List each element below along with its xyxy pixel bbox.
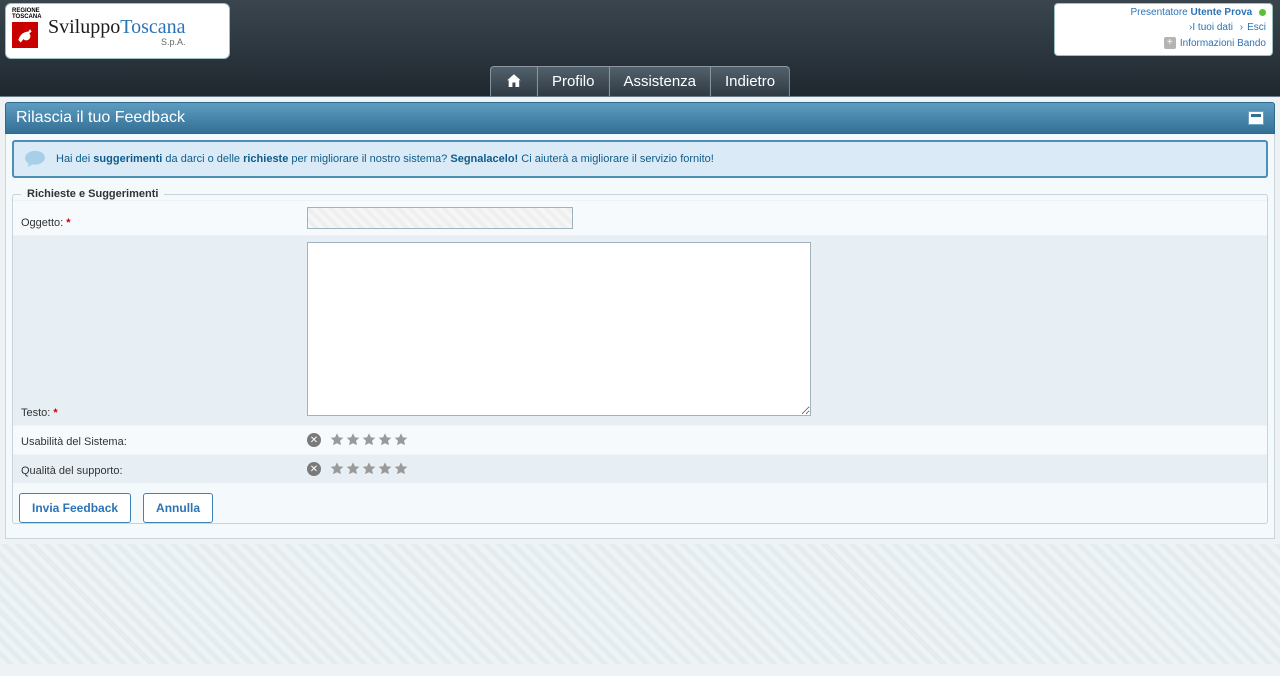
logo-pegasus-icon — [12, 22, 38, 48]
button-row: Invia Feedback Annulla — [13, 483, 1267, 523]
plus-icon: + — [1164, 37, 1176, 49]
content: Rilascia il tuo Feedback Hai dei suggeri… — [0, 97, 1280, 544]
label-testo: Testo: * — [13, 236, 299, 426]
online-status-icon — [1259, 9, 1266, 16]
rating-reset-icon[interactable]: ✕ — [307, 462, 321, 476]
label-usabilita: Usabilità del Sistema: — [13, 426, 299, 455]
row-usabilita: Usabilità del Sistema: ✕ — [13, 426, 1267, 455]
form-table: Oggetto: * Testo: * Usabilità del Sistem… — [13, 200, 1267, 483]
star-icon[interactable] — [393, 432, 409, 448]
required-icon: * — [53, 407, 57, 419]
fieldset-legend: Richieste e Suggerimenti — [21, 188, 164, 200]
panel-title: Rilascia il tuo Feedback — [16, 109, 185, 127]
info-bar: Hai dei suggerimenti da darci o delle ri… — [12, 140, 1268, 178]
panel-body: Hai dei suggerimenti da darci o delle ri… — [5, 134, 1275, 539]
link-tuoi-dati[interactable]: I tuoi dati — [1192, 22, 1233, 33]
logo-region-line2: TOSCANA — [12, 14, 42, 20]
link-informazioni-bando[interactable]: Informazioni Bando — [1180, 38, 1266, 49]
label-oggetto: Oggetto: * — [13, 201, 299, 236]
userbox-row-presenter: Presentatore Utente Prova — [1061, 7, 1266, 18]
row-qualita: Qualità del supporto: ✕ — [13, 455, 1267, 484]
star-icon[interactable] — [393, 461, 409, 477]
star-icon[interactable] — [361, 432, 377, 448]
username: Utente Prova — [1191, 7, 1253, 18]
star-icon[interactable] — [345, 461, 361, 477]
user-box: Presentatore Utente Prova ›I tuoi dati ›… — [1054, 3, 1273, 56]
feedback-fieldset: Richieste e Suggerimenti Oggetto: * Test… — [12, 188, 1268, 524]
topbar: REGIONE TOSCANA SviluppoToscana S.p.A. P… — [0, 0, 1280, 97]
star-icon[interactable] — [377, 432, 393, 448]
rating-stars — [329, 432, 409, 448]
label-qualita: Qualità del supporto: — [13, 455, 299, 484]
speech-bubble-icon — [24, 150, 46, 168]
logo: REGIONE TOSCANA SviluppoToscana S.p.A. — [5, 3, 230, 59]
required-icon: * — [66, 217, 70, 229]
star-icon[interactable] — [377, 461, 393, 477]
testo-textarea[interactable] — [307, 242, 811, 416]
nav-home[interactable] — [491, 67, 538, 96]
nav-profilo[interactable]: Profilo — [538, 67, 610, 96]
link-esci[interactable]: Esci — [1247, 22, 1266, 33]
star-icon[interactable] — [361, 461, 377, 477]
userbox-links: ›I tuoi dati ›Esci — [1061, 22, 1266, 33]
submit-button[interactable]: Invia Feedback — [19, 493, 131, 523]
collapse-icon[interactable] — [1248, 111, 1264, 125]
row-testo: Testo: * — [13, 236, 1267, 426]
logo-brand-a: Sviluppo — [48, 16, 120, 38]
rating-reset-icon[interactable]: ✕ — [307, 433, 321, 447]
panel-header: Rilascia il tuo Feedback — [5, 102, 1275, 134]
star-icon[interactable] — [329, 432, 345, 448]
nav-assistenza[interactable]: Assistenza — [609, 67, 711, 96]
info-text: Hai dei suggerimenti da darci o delle ri… — [56, 153, 714, 165]
rating-qualita: ✕ — [307, 461, 1259, 477]
star-icon[interactable] — [345, 432, 361, 448]
rating-stars — [329, 461, 409, 477]
logo-text: SviluppoToscana S.p.A. — [48, 16, 185, 47]
home-icon — [505, 72, 523, 90]
rating-usabilita: ✕ — [307, 432, 1259, 448]
nav-indietro[interactable]: Indietro — [711, 67, 789, 96]
star-icon[interactable] — [329, 461, 345, 477]
cancel-button[interactable]: Annulla — [143, 493, 213, 523]
main-nav: Profilo Assistenza Indietro — [490, 66, 790, 96]
oggetto-input[interactable] — [307, 207, 573, 229]
logo-brand-b: Toscana — [120, 16, 185, 38]
page-background-stripes — [0, 544, 1280, 664]
logo-region-flag: REGIONE TOSCANA — [12, 8, 42, 54]
userbox-info-bando: + Informazioni Bando — [1061, 37, 1266, 49]
link-arrow-icon: › — [1240, 22, 1243, 33]
row-oggetto: Oggetto: * — [13, 201, 1267, 236]
presentatore-label: Presentatore — [1130, 7, 1190, 18]
